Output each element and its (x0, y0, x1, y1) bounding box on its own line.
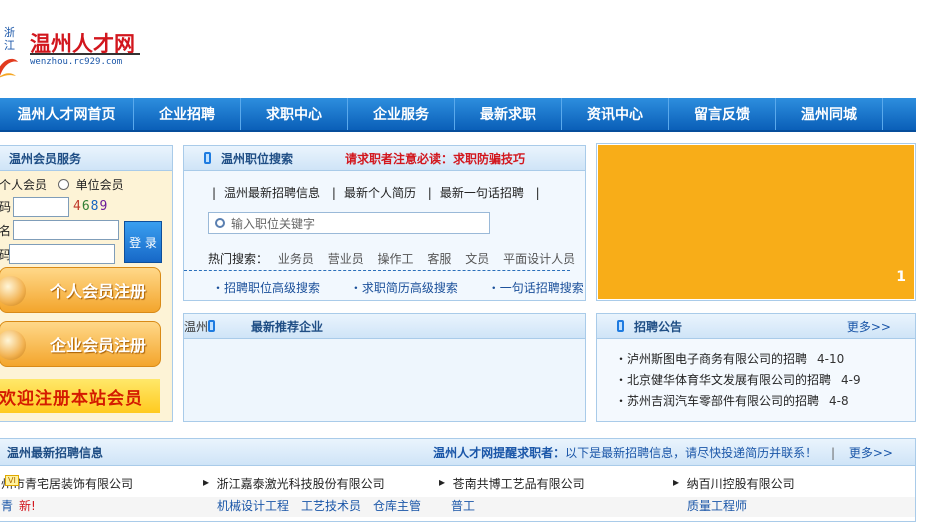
ad-banner[interactable]: 1 (596, 143, 916, 301)
job-link[interactable]: 工艺技术员 (301, 497, 361, 514)
announcements-title: 招聘公告 (634, 319, 683, 334)
captcha-label: 码 (0, 200, 12, 214)
list-item[interactable]: ・泸州斯图电子商务有限公司的招聘 4-10 (615, 349, 915, 370)
username-label: 名 (0, 224, 12, 238)
hot-search-label: 热门搜索： (208, 252, 269, 266)
vip-badge: VI (5, 475, 19, 486)
anti-fraud-notice[interactable]: 请求职者注意必读：求职防骗技巧 (345, 150, 525, 167)
list-item[interactable]: ・北京健华体育华文发展有限公司的招聘 4-9 (615, 370, 915, 391)
welcome-banner[interactable]: 欢迎注册本站会员 (0, 379, 160, 413)
latest-recruitment-panel: 温州最新招聘信息 温州人才网提醒求职者：以下是最新招聘信息，请尽快投递简历并联系… (0, 438, 916, 522)
link-advanced-resume-search[interactable]: ・求职简历高级搜索 (350, 281, 458, 295)
latest-more-link[interactable]: 更多>> (849, 446, 893, 460)
captcha-image[interactable]: 4689 (73, 199, 108, 214)
link-one-line-search[interactable]: ・一句话招聘搜索 (488, 281, 584, 295)
captcha-input[interactable] (13, 197, 69, 217)
phone-icon (204, 152, 211, 164)
search-placeholder: 输入职位关键字 (231, 216, 316, 231)
person-icon (0, 276, 26, 306)
link-latest-jobs[interactable]: 温州最新招聘信息 (224, 186, 320, 200)
slide-number[interactable]: 1 (896, 269, 906, 285)
member-type-row: 个人会员 单位会员 (0, 176, 124, 193)
nav-news[interactable]: 资讯中心 (562, 98, 669, 130)
phone-icon (617, 320, 624, 332)
company-register-button[interactable]: 企业会员注册 (0, 321, 161, 367)
company-link[interactable]: ▸ 纳百川控股有限公司 (673, 475, 795, 491)
job-search-panel: 温州职位搜索 请求职者注意必读：求职防骗技巧 | 温州最新招聘信息 | 最新个人简历… (183, 145, 586, 301)
password-input[interactable] (9, 244, 115, 264)
recommend-title: 最新推荐企业 (251, 319, 324, 334)
latest-title: 温州最新招聘信息 (7, 445, 104, 460)
search-panel-title: 温州职位搜索 (221, 151, 294, 166)
logo-domain: wenzhou.rc929.com (30, 57, 123, 67)
search-icon (215, 218, 225, 228)
phone-icon (208, 320, 216, 332)
member-panel: 温州会员服务 个人会员 单位会员 码 4689 名 码 登 录 个人会员注册 企… (0, 145, 173, 422)
recruit-announcements-panel: 招聘公告 更多>> ・泸州斯图电子商务有限公司的招聘 4-10 ・北京健华体育华文… (596, 313, 916, 422)
nav-feedback[interactable]: 留言反馈 (669, 98, 776, 130)
job-link[interactable]: 机械设计工程 (217, 497, 289, 514)
job-keyword-input[interactable]: 输入职位关键字 (208, 212, 490, 234)
nav-home[interactable]: 温州人才网首页 (0, 98, 134, 130)
quick-links: | 温州最新招聘信息 | 最新个人简历 | 最新一句话招聘 | (212, 186, 540, 200)
new-badge: 新! (19, 499, 36, 513)
logo-swoosh-icon (0, 58, 18, 78)
job-link[interactable]: 仓库主管 (373, 497, 421, 514)
hot-keyword[interactable]: 业务员 (278, 252, 314, 266)
list-item[interactable]: ・苏州吉润汽车零部件有限公司的招聘 4-8 (615, 391, 915, 412)
nav-company-recruit[interactable]: 企业招聘 (134, 98, 241, 130)
divider (184, 270, 570, 271)
login-button[interactable]: 登 录 (124, 221, 162, 263)
radio-company-label[interactable]: 单位会员 (76, 178, 124, 192)
member-panel-title: 温州会员服务 (0, 146, 172, 171)
radio-personal-label[interactable]: 个人会员 (0, 178, 47, 192)
hot-keyword[interactable]: 操作工 (378, 252, 414, 266)
hot-keyword[interactable]: 客服 (427, 252, 451, 266)
company-link[interactable]: ▸ 浙江嘉泰激光科技股份有限公司 (203, 475, 385, 491)
company-register-label: 企业会员注册 (49, 336, 146, 355)
username-input[interactable] (13, 220, 119, 240)
nav-latest-seekers[interactable]: 最新求职 (455, 98, 562, 130)
nav-company-services[interactable]: 企业服务 (348, 98, 455, 130)
job-row: 青 新! 机械设计工程 工艺技术员 仓库主管 普工 质量工程师 (0, 497, 915, 517)
main-nav: 温州人才网首页 企业招聘 求职中心 企业服务 最新求职 资讯中心 留言反馈 温州… (0, 98, 916, 132)
job-link[interactable]: 青 (1, 497, 13, 514)
logo-underline (30, 53, 140, 55)
company-icon (0, 330, 26, 360)
radio-company[interactable] (57, 179, 69, 190)
nav-job-seeking[interactable]: 求职中心 (241, 98, 348, 130)
link-one-line-jobs[interactable]: 最新一句话招聘 (440, 186, 524, 200)
site-logo[interactable]: 浙江 温州人才网 wenzhou.rc929.com (0, 0, 160, 90)
recommend-prefix: 温州 (184, 319, 209, 334)
hot-keyword[interactable]: 营业员 (328, 252, 364, 266)
job-link[interactable]: 普工 (451, 497, 475, 514)
personal-register-button[interactable]: 个人会员注册 (0, 267, 161, 313)
recommended-companies-panel: 温州 最新推荐企业 (183, 313, 586, 422)
nav-local[interactable]: 温州同城 (776, 98, 883, 130)
company-row: 州市青宅居装饰有限公司 VI ▸ 浙江嘉泰激光科技股份有限公司 ▸ 苍南共博工艺品… (1, 475, 795, 491)
advanced-search-links: ・招聘职位高级搜索 ・求职简历高级搜索 ・一句话招聘搜索 (212, 279, 610, 296)
link-latest-resumes[interactable]: 最新个人简历 (344, 186, 416, 200)
remind-text: 温州人才网提醒求职者：以下是最新招聘信息，请尽快投递简历并联系！ | 更多>> (433, 445, 893, 460)
hot-search-row: 热门搜索： 业务员 营业员 操作工 客服 文员 平面设计人员 (208, 250, 585, 267)
job-link[interactable]: 质量工程师 (687, 497, 747, 514)
personal-register-label: 个人会员注册 (49, 282, 146, 301)
company-link[interactable]: ▸ 苍南共博工艺品有限公司 (439, 475, 585, 491)
announcements-more-link[interactable]: 更多>> (847, 318, 891, 335)
hot-keyword[interactable]: 平面设计人员 (503, 252, 575, 266)
link-advanced-job-search[interactable]: ・招聘职位高级搜索 (212, 281, 320, 295)
hot-keyword[interactable]: 文员 (465, 252, 489, 266)
